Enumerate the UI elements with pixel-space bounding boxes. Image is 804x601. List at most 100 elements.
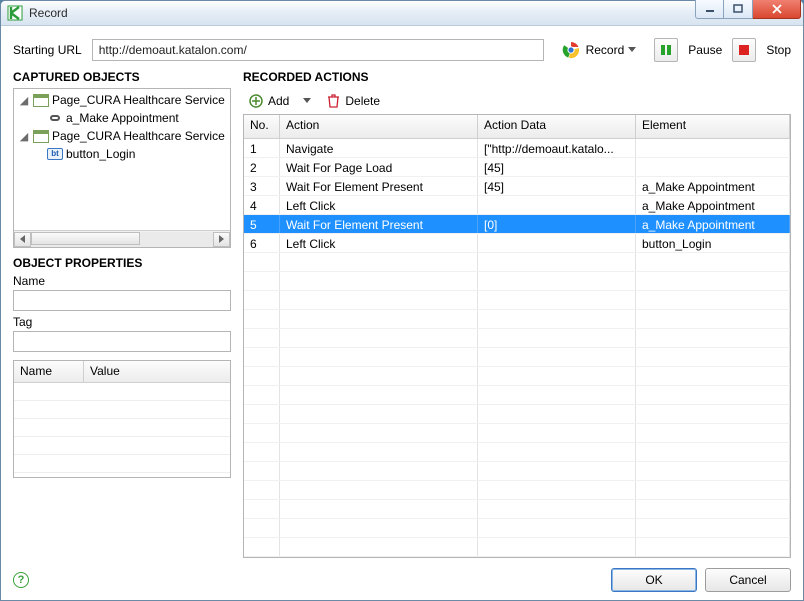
table-row[interactable] — [244, 253, 790, 272]
cell-element: a_Make Appointment — [636, 215, 790, 233]
pause-button[interactable] — [654, 38, 678, 62]
cell-no — [244, 386, 280, 404]
tag-label: Tag — [13, 315, 231, 329]
cell-no — [244, 291, 280, 309]
scroll-thumb[interactable] — [31, 232, 140, 245]
tree-node-page[interactable]: ◢ Page_CURA Healthcare Service — [14, 127, 230, 145]
add-button[interactable]: Add — [243, 92, 295, 110]
cell-action-data — [478, 386, 636, 404]
cell-no — [244, 253, 280, 271]
table-row[interactable]: 6Left Clickbutton_Login — [244, 234, 790, 253]
caret-down-icon — [628, 47, 636, 53]
name-input[interactable] — [13, 290, 231, 311]
record-dialog: Record Starting URL Record — [0, 0, 804, 601]
cell-element — [636, 310, 790, 328]
button-icon: bt — [47, 148, 63, 161]
table-row[interactable]: 2Wait For Page Load[45] — [244, 158, 790, 177]
col-element[interactable]: Element — [636, 115, 790, 138]
cell-action-data — [478, 272, 636, 290]
table-row[interactable] — [244, 443, 790, 462]
tree-node-page[interactable]: ◢ Page_CURA Healthcare Service — [14, 91, 230, 109]
cell-element — [636, 462, 790, 480]
cell-no — [244, 272, 280, 290]
window-controls — [695, 0, 801, 19]
table-row[interactable] — [244, 405, 790, 424]
cell-no — [244, 519, 280, 537]
table-row[interactable] — [244, 272, 790, 291]
cell-element — [636, 158, 790, 176]
table-row[interactable] — [14, 419, 230, 437]
table-row[interactable] — [244, 538, 790, 557]
captured-objects-tree[interactable]: ◢ Page_CURA Healthcare Service a_Make Ap… — [13, 88, 231, 248]
table-row[interactable] — [244, 462, 790, 481]
tree-hscrollbar[interactable] — [14, 230, 230, 247]
cell-element — [636, 253, 790, 271]
table-row[interactable] — [244, 481, 790, 500]
table-row[interactable] — [244, 348, 790, 367]
scroll-left-icon[interactable] — [14, 232, 31, 247]
col-action[interactable]: Action — [280, 115, 478, 138]
cell-action — [280, 424, 478, 442]
tree-label: a_Make Appointment — [66, 111, 179, 125]
table-row[interactable] — [244, 291, 790, 310]
help-icon[interactable]: ? — [13, 572, 29, 588]
cell-no — [244, 329, 280, 347]
table-row[interactable]: 1Navigate["http://demoaut.katalo... — [244, 139, 790, 158]
col-no[interactable]: No. — [244, 115, 280, 138]
starting-url-input[interactable] — [92, 39, 544, 61]
table-row[interactable]: 4Left Clicka_Make Appointment — [244, 196, 790, 215]
cancel-button[interactable]: Cancel — [705, 568, 791, 592]
cell-no: 4 — [244, 196, 280, 214]
table-row[interactable] — [244, 367, 790, 386]
record-button[interactable]: Record — [554, 38, 645, 62]
col-action-data[interactable]: Action Data — [478, 115, 636, 138]
table-row[interactable] — [244, 424, 790, 443]
ok-button[interactable]: OK — [611, 568, 697, 592]
cell-no — [244, 367, 280, 385]
delete-button[interactable]: Delete — [321, 92, 386, 110]
record-button-label: Record — [586, 43, 625, 57]
cell-action-data — [478, 500, 636, 518]
scroll-right-icon[interactable] — [213, 232, 230, 247]
actions-grid[interactable]: No. Action Action Data Element 1Navigate… — [243, 114, 791, 558]
caret-down-icon — [303, 98, 311, 104]
table-row[interactable] — [244, 329, 790, 348]
cell-action — [280, 386, 478, 404]
cell-element — [636, 367, 790, 385]
pause-icon — [660, 44, 672, 56]
table-row[interactable] — [14, 455, 230, 473]
table-row[interactable] — [244, 310, 790, 329]
stop-button[interactable] — [732, 38, 756, 62]
cell-element — [636, 443, 790, 461]
cell-action — [280, 291, 478, 309]
cell-element — [636, 538, 790, 556]
table-row[interactable] — [244, 386, 790, 405]
table-row[interactable] — [244, 500, 790, 519]
table-row[interactable] — [14, 437, 230, 455]
properties-table[interactable]: Name Value — [13, 360, 231, 478]
maximize-button[interactable] — [724, 0, 753, 19]
tree-node-button[interactable]: bt button_Login — [14, 145, 230, 163]
cell-action-data — [478, 253, 636, 271]
cell-no — [244, 424, 280, 442]
close-button[interactable] — [753, 0, 801, 19]
table-row[interactable]: 3Wait For Element Present[45]a_Make Appo… — [244, 177, 790, 196]
collapse-icon[interactable]: ◢ — [18, 94, 30, 107]
tree-node-link[interactable]: a_Make Appointment — [14, 109, 230, 127]
tag-input[interactable] — [13, 331, 231, 352]
collapse-icon[interactable]: ◢ — [18, 130, 30, 143]
minimize-button[interactable] — [695, 0, 724, 19]
table-row[interactable]: 5Wait For Element Present[0]a_Make Appoi… — [244, 215, 790, 234]
cell-action-data — [478, 462, 636, 480]
cell-action-data: ["http://demoaut.katalo... — [478, 139, 636, 157]
actions-toolbar: Add Delete — [243, 88, 791, 114]
cell-action: Navigate — [280, 139, 478, 157]
cell-no — [244, 538, 280, 556]
add-dropdown[interactable] — [299, 96, 317, 106]
tree-label: Page_CURA Healthcare Service — [52, 129, 225, 143]
cell-no — [244, 443, 280, 461]
table-row[interactable] — [14, 401, 230, 419]
cell-action — [280, 272, 478, 290]
table-row[interactable] — [14, 383, 230, 401]
table-row[interactable] — [244, 519, 790, 538]
